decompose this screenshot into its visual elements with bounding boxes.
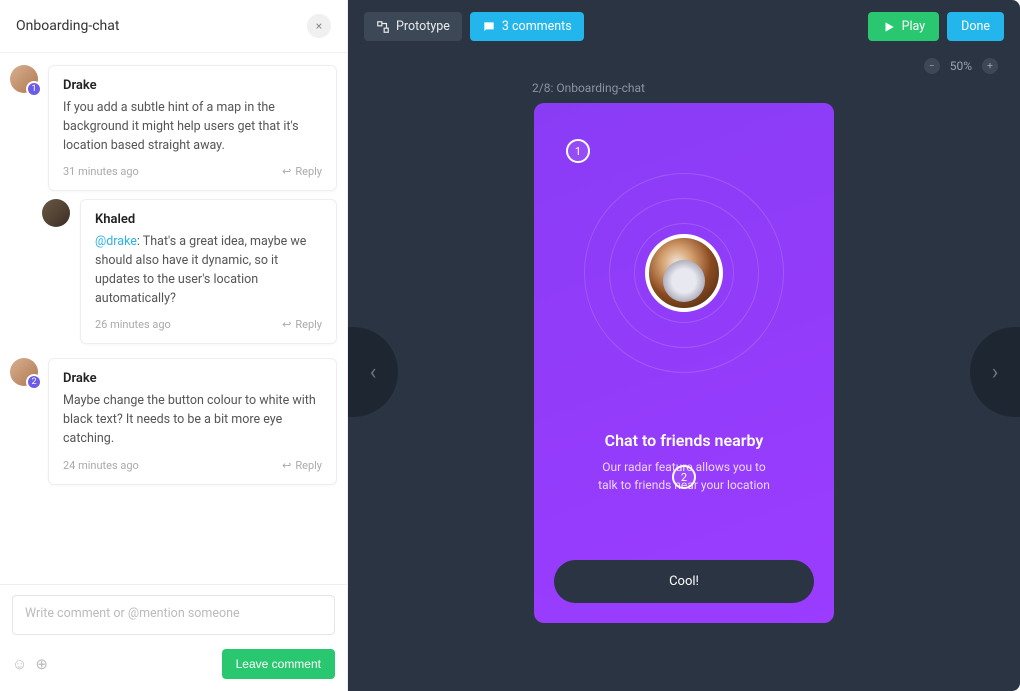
radar-avatar: [645, 234, 723, 312]
prototype-button[interactable]: Prototype: [364, 12, 462, 41]
play-icon: [882, 20, 896, 34]
avatar: [42, 199, 70, 227]
done-button[interactable]: Done: [947, 12, 1004, 41]
comment-card[interactable]: Drake If you add a subtle hint of a map …: [48, 65, 337, 191]
comment-input[interactable]: [12, 595, 335, 635]
reply-button[interactable]: Reply: [282, 165, 322, 178]
toolbar-right: Play Done: [868, 12, 1004, 41]
chevron-left-icon: ‹: [370, 360, 377, 385]
comment-time: 31 minutes ago: [63, 165, 139, 178]
next-screen-button[interactable]: ›: [970, 327, 1020, 417]
comment-body: If you add a subtle hint of a map in the…: [63, 99, 322, 155]
composer-row: ☺ ⊕ Leave comment: [12, 649, 335, 679]
prev-screen-button[interactable]: ‹: [348, 327, 398, 417]
comment-pin-1[interactable]: 1: [566, 139, 590, 163]
avatar-wrap: 2: [10, 358, 38, 386]
reply-button[interactable]: Reply: [282, 318, 322, 331]
comments-list: 1 Drake If you add a subtle hint of a ma…: [0, 53, 347, 584]
screen-area: 2/8: Onboarding-chat ‹ › 1 2 Chat to fri…: [348, 53, 1020, 691]
chevron-right-icon: ›: [992, 360, 999, 385]
comment-reply: Khaled @drake: That's a great idea, mayb…: [42, 199, 337, 344]
leave-comment-button[interactable]: Leave comment: [222, 649, 335, 679]
comment: 1 Drake If you add a subtle hint of a ma…: [10, 65, 337, 191]
comment-thread: 2 Drake Maybe change the button colour t…: [10, 358, 337, 484]
comment-body: @drake: That's a great idea, maybe we sh…: [95, 233, 322, 308]
comment-author: Drake: [63, 78, 322, 93]
canvas-area: Prototype 3 comments Play Done − 50% +: [348, 0, 1020, 691]
comment-footer: 24 minutes ago Reply: [63, 459, 322, 472]
toolbar: Prototype 3 comments Play Done: [348, 0, 1020, 53]
comment-footer: 31 minutes ago Reply: [63, 165, 322, 178]
comment-card[interactable]: Drake Maybe change the button colour to …: [48, 358, 337, 484]
pin-badge: 1: [26, 81, 42, 97]
comments-sidebar: Onboarding-chat × 1 Drake If you add a s…: [0, 0, 348, 691]
sidebar-header: Onboarding-chat ×: [0, 0, 347, 53]
radar-graphic: [574, 163, 794, 383]
phone-screen[interactable]: 1 2 Chat to friends nearby Our radar fea…: [534, 103, 834, 623]
mention-icon[interactable]: ⊕: [35, 655, 48, 673]
phone-cta-button[interactable]: Cool!: [554, 560, 814, 603]
mention[interactable]: @drake: [95, 234, 137, 249]
emoji-icon[interactable]: ☺: [12, 655, 27, 673]
close-button[interactable]: ×: [307, 14, 331, 38]
comment-icon: [482, 20, 496, 34]
comment-pin-2[interactable]: 2: [672, 465, 696, 489]
comment-time: 26 minutes ago: [95, 318, 171, 331]
avatar-wrap: [42, 199, 70, 227]
close-icon: ×: [316, 19, 322, 33]
reply-button[interactable]: Reply: [282, 459, 322, 472]
comment-author: Drake: [63, 371, 322, 386]
comment-time: 24 minutes ago: [63, 459, 139, 472]
play-button[interactable]: Play: [868, 12, 940, 41]
comment-composer: ☺ ⊕ Leave comment: [0, 584, 347, 691]
pin-badge: 2: [26, 374, 42, 390]
comment: 2 Drake Maybe change the button colour t…: [10, 358, 337, 484]
phone-title: Chat to friends nearby: [598, 431, 770, 450]
comment-footer: 26 minutes ago Reply: [95, 318, 322, 331]
screen-label: 2/8: Onboarding-chat: [532, 81, 645, 95]
sidebar-title: Onboarding-chat: [16, 18, 119, 34]
composer-icons: ☺ ⊕: [12, 655, 48, 673]
comment-author: Khaled: [95, 212, 322, 227]
comment-body: Maybe change the button colour to white …: [63, 392, 322, 448]
prototype-icon: [376, 20, 390, 34]
toolbar-left: Prototype 3 comments: [364, 12, 584, 41]
comment-thread: 1 Drake If you add a subtle hint of a ma…: [10, 65, 337, 344]
comments-button[interactable]: 3 comments: [470, 12, 584, 41]
avatar-wrap: 1: [10, 65, 38, 93]
comment-card[interactable]: Khaled @drake: That's a great idea, mayb…: [80, 199, 337, 344]
